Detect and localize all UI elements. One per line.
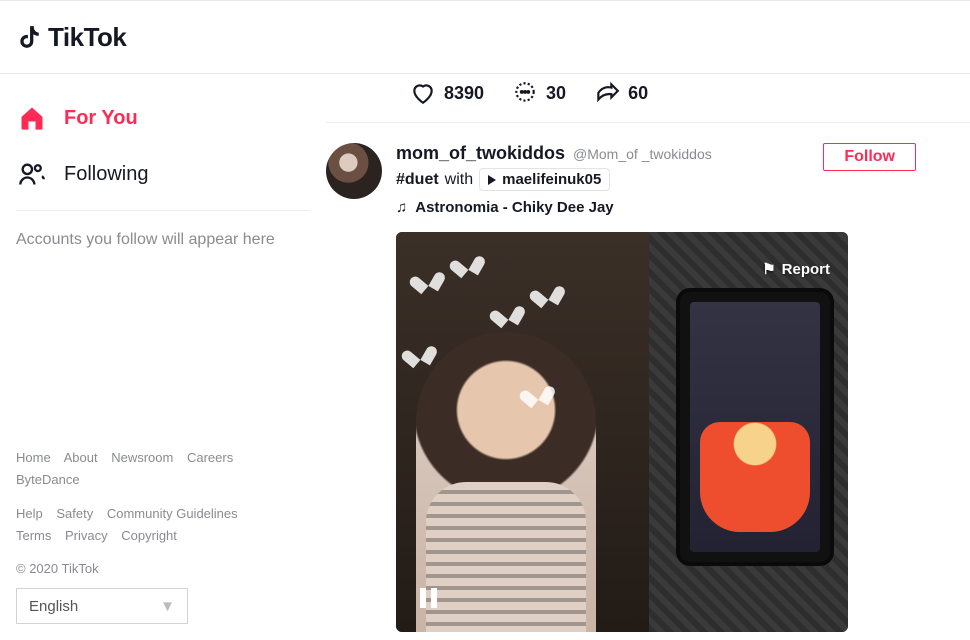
footer-link[interactable]: Safety <box>56 506 93 521</box>
play-icon <box>488 175 496 185</box>
language-select[interactable]: English ▼ <box>16 588 188 624</box>
follow-button[interactable]: Follow <box>823 143 916 171</box>
prev-post-stats: 8390 30 60 <box>326 74 970 123</box>
tiktok-logo-icon <box>16 24 42 50</box>
like-count: 8390 <box>444 83 484 104</box>
footer-link[interactable]: Copyright <box>121 528 177 543</box>
copyright: © 2020 TikTok <box>16 561 310 576</box>
footer-link[interactable]: Community Guidelines <box>107 506 238 521</box>
report-label: Report <box>782 261 830 278</box>
heart-icon <box>410 80 436 106</box>
hashtag[interactable]: #duet <box>396 171 439 189</box>
footer-link[interactable]: Terms <box>16 528 51 543</box>
footer-row-1: Home About Newsroom Careers ByteDance <box>16 447 310 491</box>
footer-link[interactable]: ByteDance <box>16 472 80 487</box>
caption: #duet with maelifeinuk05 <box>396 168 970 191</box>
feed: 8390 30 60 mom_of_twokiddos @Mom_of _two… <box>326 74 970 640</box>
footer-link[interactable]: Privacy <box>65 528 108 543</box>
video-right-pane <box>649 232 848 632</box>
footer-row-2: Help Safety Community Guidelines Terms P… <box>16 503 310 547</box>
user-handle: @Mom_of _twokiddos <box>573 146 712 162</box>
footer-link[interactable]: Help <box>16 506 43 521</box>
music-note-icon: ♫ <box>396 199 407 216</box>
footer-link[interactable]: Newsroom <box>111 450 173 465</box>
video[interactable]: ⚑ Report <box>396 232 848 632</box>
share-count: 60 <box>628 83 648 104</box>
footer-link[interactable]: Careers <box>187 450 233 465</box>
home-icon <box>18 104 46 132</box>
nav-following-label: Following <box>64 163 148 186</box>
music-line[interactable]: ♫ Astronomia - Chiky Dee Jay <box>396 199 970 216</box>
divider <box>16 210 310 211</box>
duet-user-pill[interactable]: maelifeinuk05 <box>479 168 610 191</box>
duet-username: maelifeinuk05 <box>502 171 601 188</box>
comment-stat[interactable]: 30 <box>512 80 566 106</box>
sidebar: For You Following Accounts you follow wi… <box>0 74 326 640</box>
video-left-pane <box>396 232 649 632</box>
brand-name: TikTok <box>48 22 126 53</box>
topbar: TikTok <box>0 0 970 74</box>
share-icon <box>594 80 620 106</box>
music-title: Astronomia - Chiky Dee Jay <box>415 199 613 216</box>
page-body: For You Following Accounts you follow wi… <box>0 74 970 640</box>
footer: Home About Newsroom Careers ByteDance He… <box>16 447 310 640</box>
like-stat[interactable]: 8390 <box>410 80 484 106</box>
share-stat[interactable]: 60 <box>594 80 648 106</box>
nav-for-you-label: For You <box>64 107 138 130</box>
following-hint: Accounts you follow will appear here <box>16 227 310 253</box>
people-icon <box>18 160 46 188</box>
footer-link[interactable]: Home <box>16 450 51 465</box>
username[interactable]: mom_of_twokiddos <box>396 143 565 164</box>
comment-icon <box>512 80 538 106</box>
brand[interactable]: TikTok <box>16 22 126 53</box>
footer-link[interactable]: About <box>64 450 98 465</box>
report-button[interactable]: ⚑ Report <box>762 260 830 278</box>
caption-with: with <box>445 171 473 189</box>
language-value: English <box>29 598 78 615</box>
nav-following[interactable]: Following <box>16 146 310 202</box>
post: mom_of_twokiddos @Mom_of _twokiddos #due… <box>326 123 970 216</box>
comment-count: 30 <box>546 83 566 104</box>
flag-icon: ⚑ <box>762 260 775 278</box>
avatar[interactable] <box>326 143 382 199</box>
nav-for-you[interactable]: For You <box>16 90 310 146</box>
chevron-down-icon: ▼ <box>160 598 175 615</box>
pause-button[interactable] <box>420 588 437 608</box>
